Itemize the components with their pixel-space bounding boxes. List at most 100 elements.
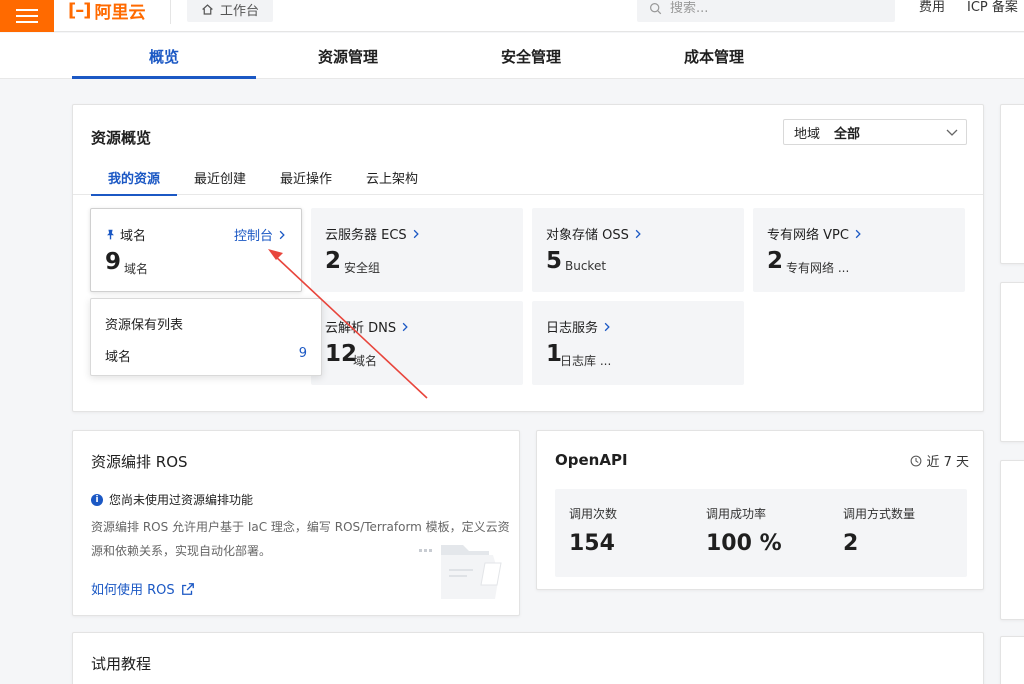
external-link-icon	[181, 582, 194, 595]
search-box[interactable]	[637, 0, 895, 22]
tile-name: 对象存储 OSS	[546, 224, 643, 243]
tab-cost-management[interactable]: 成本管理	[622, 33, 806, 79]
time-range-selector[interactable]: 近 7 天	[910, 451, 969, 470]
brand-name: 阿里云	[94, 2, 146, 23]
stat-label: 调用次数	[569, 507, 618, 521]
stat-label: 调用方式数量	[843, 507, 916, 521]
region-select[interactable]: 地域 全部	[783, 119, 967, 145]
resource-tile-ecs[interactable]: 云服务器 ECS 2 安全组	[311, 208, 523, 292]
tile-unit: Bucket	[565, 259, 607, 273]
tile-name: 日志服务	[546, 317, 612, 336]
resource-tile-vpc[interactable]: 专有网络 VPC 2 专有网络 ...	[753, 208, 965, 292]
empty-folder-illustration	[419, 545, 502, 599]
resource-holding-popover: 资源保有列表 域名 9	[90, 298, 322, 376]
search-icon	[650, 2, 662, 14]
workbench-button[interactable]: 工作台	[187, 0, 274, 22]
tile-count: 5	[546, 248, 563, 274]
subtab-recently-created[interactable]: 最近创建	[183, 159, 257, 195]
brand-logo[interactable]: [–] 阿里云	[68, 0, 145, 26]
console-link-text: 控制台	[233, 229, 273, 244]
chevron-right-icon	[635, 229, 641, 238]
console-link[interactable]: 控制台	[234, 225, 287, 244]
chevron-right-icon	[604, 322, 610, 331]
brand-bracket-icon: [–]	[68, 0, 91, 21]
right-card-4	[1000, 636, 1024, 684]
chevron-right-icon	[279, 230, 285, 239]
menu-icon[interactable]	[0, 0, 54, 32]
resource-overview-title: 资源概览	[91, 129, 152, 147]
info-icon: i	[91, 493, 103, 506]
how-to-use-ros-text: 如何使用 ROS	[91, 583, 175, 598]
resource-tile-domain[interactable]: 域名 控制台 9 域名	[90, 208, 302, 292]
popover-title: 资源保有列表	[105, 318, 184, 333]
search-input[interactable]	[670, 0, 870, 16]
tutorial-card: 试用教程	[72, 632, 984, 684]
tile-name: 云解析 DNS	[325, 317, 410, 336]
time-range-text: 近 7 天	[926, 455, 969, 470]
stat-call-count: 调用次数 154	[569, 505, 617, 556]
tutorial-title: 试用教程	[91, 655, 152, 673]
tile-name-text: 云服务器 ECS	[325, 228, 407, 243]
chevron-right-icon	[855, 229, 861, 238]
top-bar: [–] 阿里云 工作台 费用 ICP 备案	[0, 0, 1024, 32]
stat-value: 100 %	[706, 531, 782, 556]
chevron-right-icon	[402, 322, 408, 331]
stat-label: 调用成功率	[706, 507, 767, 521]
home-icon	[202, 3, 213, 15]
ros-info-text: 您尚未使用过资源编排功能	[109, 493, 254, 507]
resource-tile-sls[interactable]: 日志服务 1 日志库 ...	[532, 301, 744, 385]
subtab-my-resources[interactable]: 我的资源	[91, 159, 177, 196]
ros-card: 资源编排 ROS i 您尚未使用过资源编排功能 资源编排 ROS 允许用户基于 …	[72, 430, 520, 616]
popover-item-domain[interactable]: 域名	[105, 346, 131, 365]
header-divider	[170, 0, 171, 24]
popover-item-count[interactable]: 9	[299, 346, 307, 361]
workbench-label: 工作台	[220, 3, 260, 19]
top-link-billing[interactable]: 费用	[919, 0, 945, 15]
right-card-1	[1000, 104, 1024, 264]
top-link-icp[interactable]: ICP 备案	[967, 0, 1018, 15]
tile-name-text: 专有网络 VPC	[767, 228, 849, 243]
resource-subtabs: 我的资源 最近创建 最近操作 云上架构	[73, 159, 983, 196]
tile-name: 域名	[105, 225, 146, 244]
tile-count: 2	[325, 248, 342, 274]
clock-icon	[911, 455, 922, 466]
resource-tile-oss[interactable]: 对象存储 OSS 5 Bucket	[532, 208, 744, 292]
tile-name: 专有网络 VPC	[767, 224, 863, 243]
tile-name-text: 域名	[120, 229, 147, 244]
tile-unit: 安全组	[344, 261, 381, 275]
tile-unit: 专有网络 ...	[786, 261, 850, 275]
tile-name: 云服务器 ECS	[325, 224, 421, 243]
tile-name-text: 日志服务	[546, 321, 599, 336]
region-value: 全部	[834, 126, 861, 142]
stat-value: 2	[843, 531, 859, 556]
how-to-use-ros-link[interactable]: 如何使用 ROS	[91, 579, 195, 598]
openapi-stats: 调用次数 154 调用成功率 100 % 调用方式数量 2	[555, 489, 967, 577]
tab-resource-management[interactable]: 资源管理	[256, 33, 440, 79]
ros-title: 资源编排 ROS	[91, 453, 188, 471]
stat-value: 154	[569, 531, 615, 556]
tile-name-text: 对象存储 OSS	[546, 228, 629, 243]
tile-unit: 域名	[124, 262, 149, 276]
right-card-2	[1000, 282, 1024, 442]
stat-call-methods: 调用方式数量 2	[843, 505, 915, 556]
subtab-cloud-architecture[interactable]: 云上架构	[355, 159, 429, 195]
subtab-recent-operations[interactable]: 最近操作	[269, 159, 343, 195]
openapi-title: OpenAPI	[555, 451, 628, 469]
tab-security-management[interactable]: 安全管理	[439, 33, 623, 79]
tile-count: 9	[105, 249, 122, 275]
right-card-3	[1000, 460, 1024, 620]
tile-count: 2	[767, 248, 784, 274]
tile-name-text: 云解析 DNS	[325, 321, 397, 336]
tab-overview[interactable]: 概览	[72, 33, 256, 79]
tile-unit: 域名	[353, 354, 378, 368]
tile-unit: 日志库 ...	[560, 354, 612, 368]
main-nav-tabs: 概览 资源管理 安全管理 成本管理	[0, 33, 1024, 79]
stat-success-rate: 调用成功率 100 %	[706, 505, 782, 556]
chevron-down-icon	[946, 129, 958, 136]
openapi-card: OpenAPI 近 7 天 调用次数 154 调用成功率 100 % 调用方式数…	[536, 430, 984, 590]
pin-icon	[107, 229, 114, 240]
resource-tile-dns[interactable]: 云解析 DNS 12 域名	[311, 301, 523, 385]
ros-info: i 您尚未使用过资源编排功能	[91, 491, 253, 508]
chevron-right-icon	[413, 229, 419, 238]
region-label: 地域	[794, 126, 821, 142]
